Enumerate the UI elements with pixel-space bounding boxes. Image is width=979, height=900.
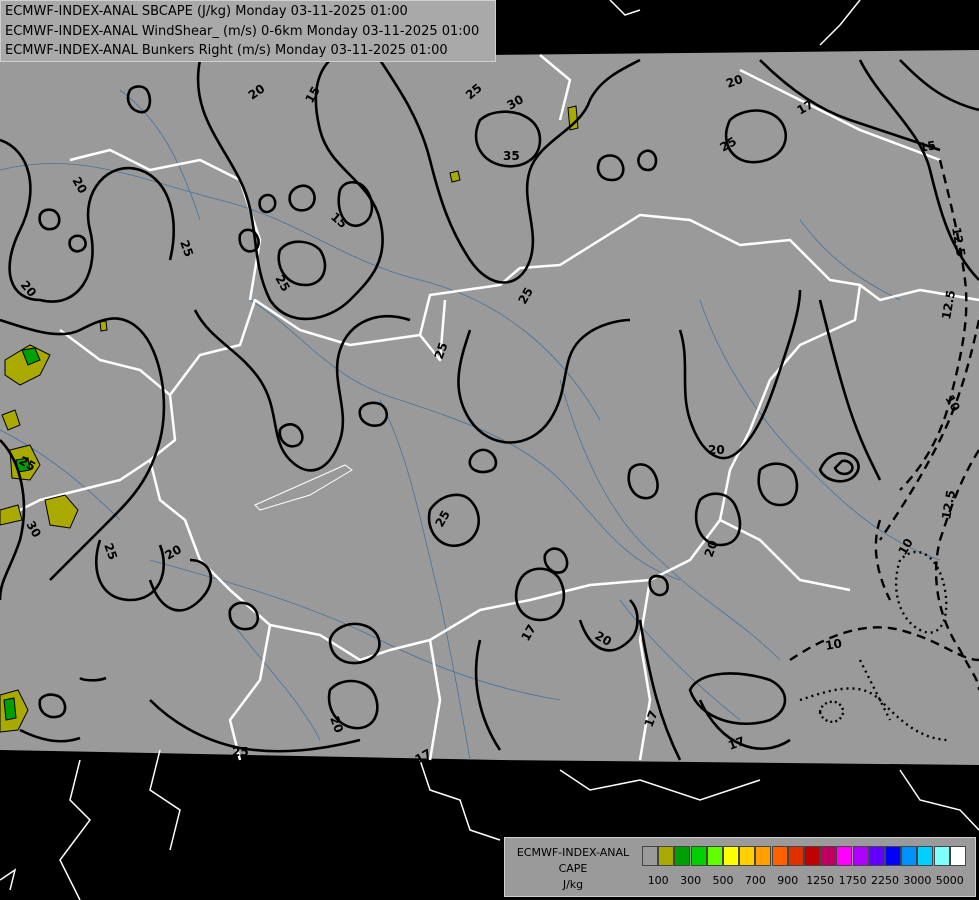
legend-swatch [820, 846, 837, 866]
legend-swatch [723, 846, 739, 866]
legend-tick-label: 700 [744, 874, 766, 887]
cape-legend: ECMWF-INDEX-ANAL CAPE J/kg 100 300 500 700 9… [504, 837, 976, 897]
legend-variable: CAPE [558, 862, 588, 875]
map-title-box: ECMWF-INDEX-ANAL SBCAPE (J/kg) Monday 03… [0, 0, 496, 62]
title-windshear: ECMWF-INDEX-ANAL WindShear_ (m/s) 0-6km … [5, 24, 480, 39]
legend-swatch [771, 846, 788, 866]
contour-label: 20 [708, 443, 725, 457]
legend-swatch [852, 846, 869, 866]
contour-label: 10 [824, 636, 843, 653]
legend-swatch [674, 846, 691, 866]
legend-tick-label: 1750 [838, 874, 867, 887]
legend-title: ECMWF-INDEX-ANAL [516, 846, 630, 859]
legend-swatch [804, 846, 820, 866]
legend-tick-label: 300 [680, 874, 702, 887]
legend-swatch [933, 846, 950, 866]
legend-tick-label: 500 [712, 874, 734, 887]
legend-swatch [690, 846, 707, 866]
legend-swatch [739, 846, 756, 866]
legend-swatch [901, 846, 918, 866]
legend-swatch [706, 846, 723, 866]
weather-map: 20 15 25 30 35 17 20 15 25 12.5 20 25 15… [0, 0, 979, 900]
legend-tick-label: 5000 [935, 874, 964, 887]
legend-tick-label: 100 [647, 874, 669, 887]
title-bunkers: ECMWF-INDEX-ANAL Bunkers Right (m/s) Mon… [5, 43, 448, 58]
legend-swatch [917, 846, 934, 866]
contour-label: 25 [232, 745, 249, 759]
data-domain [0, 50, 979, 765]
legend-swatch [868, 846, 885, 866]
contour-label: 35 [503, 149, 520, 163]
legend-swatch [787, 846, 804, 866]
legend-swatch [755, 846, 772, 866]
legend-tick-label: 1250 [806, 874, 835, 887]
legend-swatch [836, 846, 853, 866]
legend-tick-label: 2250 [871, 874, 899, 887]
legend-swatch [658, 846, 675, 866]
legend-swatch [885, 846, 901, 866]
legend-tick-label: 900 [777, 874, 799, 887]
legend-swatch [949, 846, 966, 866]
legend-tick-label: 3000 [903, 874, 932, 887]
legend-swatch [642, 846, 658, 866]
title-sbcape: ECMWF-INDEX-ANAL SBCAPE (J/kg) Monday 03… [5, 4, 408, 19]
legend-unit: J/kg [562, 878, 584, 891]
contour-label: 15 [918, 138, 937, 155]
